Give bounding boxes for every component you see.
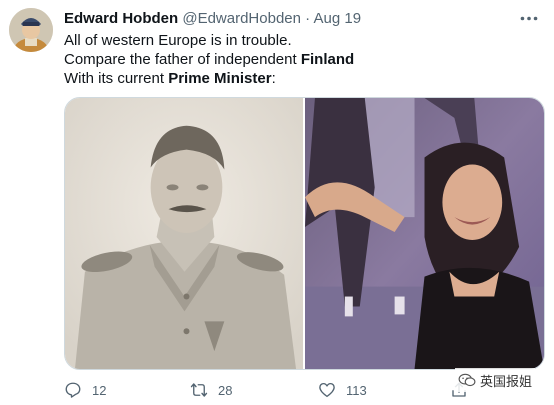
avatar[interactable] bbox=[9, 8, 53, 52]
reply-icon bbox=[64, 381, 82, 399]
photo-right[interactable] bbox=[305, 98, 544, 369]
watermark-text: 英国报姐 bbox=[480, 373, 533, 389]
tweet-date[interactable]: Aug 19 bbox=[314, 10, 362, 27]
tweet-header: Edward Hobden @EdwardHobden · Aug 19 bbox=[64, 9, 514, 29]
avatar-image bbox=[9, 8, 53, 52]
author-handle[interactable]: @EdwardHobden bbox=[182, 10, 301, 27]
wechat-icon bbox=[458, 373, 476, 387]
retweet-icon bbox=[190, 381, 208, 399]
tweet-line: Compare the father of independent Finlan… bbox=[64, 51, 355, 68]
like-count: 113 bbox=[346, 382, 367, 398]
reply-button[interactable]: 12 bbox=[64, 378, 106, 402]
heart-icon bbox=[318, 381, 336, 399]
watermark: 英国报姐 bbox=[455, 368, 536, 392]
author-name[interactable]: Edward Hobden bbox=[64, 10, 178, 27]
tweet-media bbox=[64, 97, 545, 370]
retweet-button[interactable]: 28 bbox=[190, 378, 232, 402]
like-button[interactable]: 113 bbox=[318, 378, 367, 402]
more-dots-icon[interactable] bbox=[518, 9, 540, 27]
tweet-text: All of western Europe is in trouble. Com… bbox=[64, 31, 534, 88]
tweet-line: All of western Europe is in trouble. bbox=[64, 32, 292, 49]
reply-count: 12 bbox=[92, 382, 107, 398]
photo-left[interactable] bbox=[65, 98, 303, 369]
retweet-count: 28 bbox=[218, 382, 233, 398]
tweet-line: With its current Prime Minister: bbox=[64, 70, 276, 87]
header-separator: · bbox=[305, 10, 311, 27]
